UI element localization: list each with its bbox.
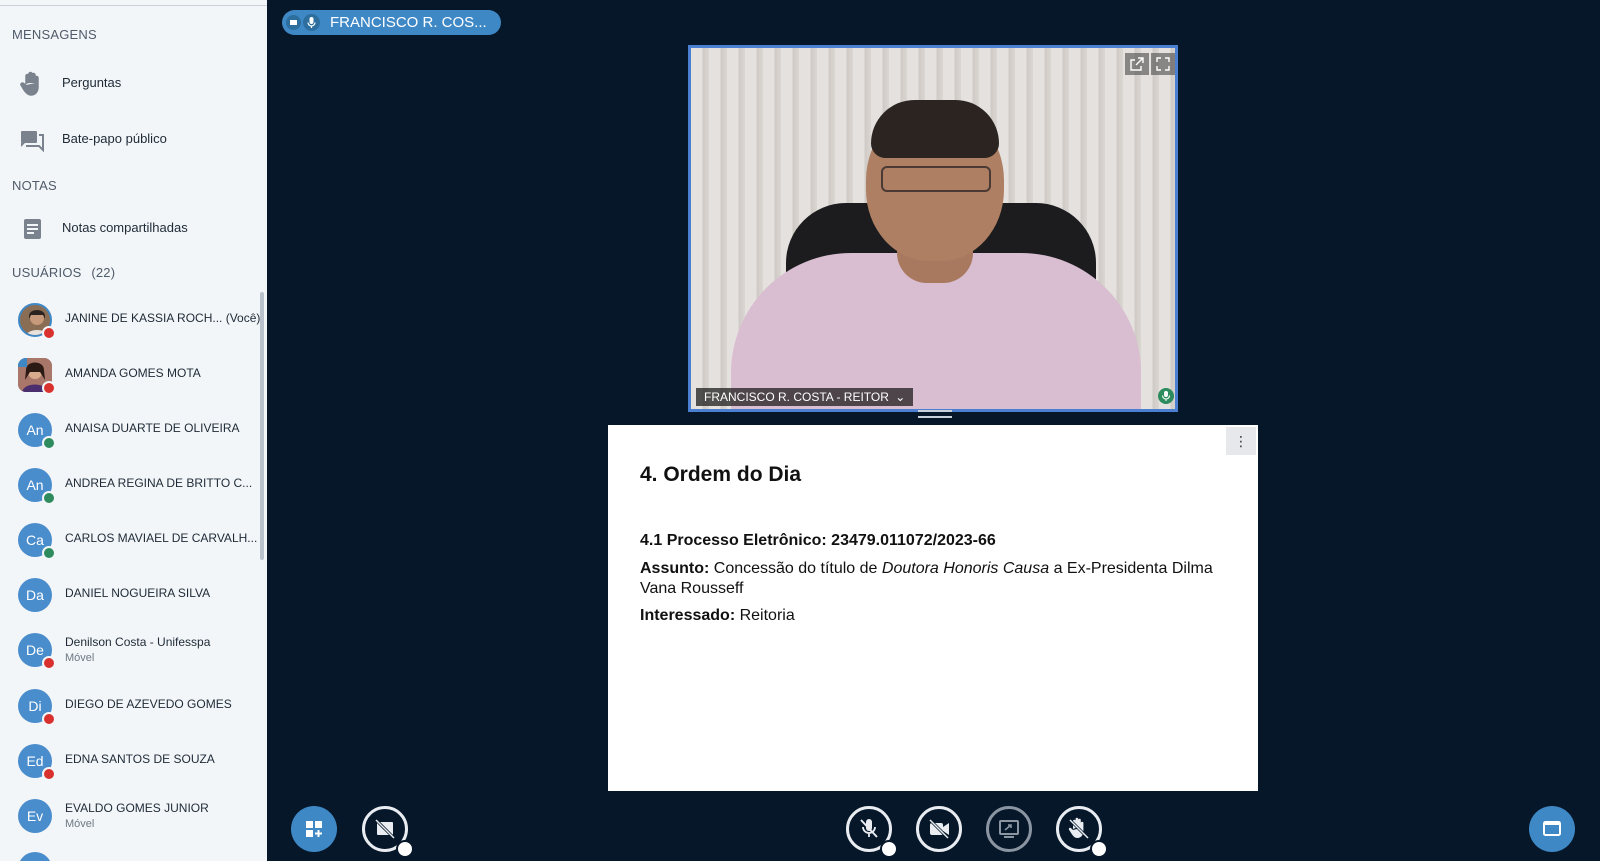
video-person-glasses bbox=[881, 166, 991, 192]
unmute-button[interactable] bbox=[846, 806, 898, 858]
user-name: CARLOS MAVIAEL DE CARVALH... bbox=[65, 531, 258, 545]
user-name: DIEGO DE AZEVEDO GOMES bbox=[65, 697, 232, 711]
avatar bbox=[18, 852, 52, 861]
chevron-up-icon[interactable] bbox=[1090, 840, 1108, 858]
actions-button[interactable] bbox=[291, 806, 337, 852]
raise-hand-button[interactable] bbox=[1056, 806, 1108, 858]
pop-out-video-icon[interactable] bbox=[1125, 53, 1149, 75]
video-user-label[interactable]: FRANCISCO R. COSTA - REITOR ⌄ bbox=[696, 388, 914, 406]
interested-value: Reitoria bbox=[739, 607, 795, 624]
sidebar-item-shared-notes[interactable]: Notas compartilhadas bbox=[0, 205, 262, 249]
talking-user-name: FRANCISCO R. COS... bbox=[330, 14, 487, 31]
presentation-slide: ⋮ 4. Ordem do Dia 4.1 Processo Eletrônic… bbox=[608, 425, 1258, 791]
muted-status-icon bbox=[42, 767, 56, 781]
chevron-down-icon: ⌄ bbox=[895, 390, 906, 404]
user-name: DANIEL NOGUEIRA SILVA bbox=[65, 586, 211, 600]
user-name: EDNA SANTOS DE SOUZA bbox=[65, 752, 215, 766]
resize-handle[interactable] bbox=[918, 410, 952, 418]
sidebar: MENSAGENS Perguntas Bate-papo público NO… bbox=[0, 0, 267, 861]
user-list-item[interactable]: An ANDREA REGINA DE BRITTO C... bbox=[0, 460, 262, 512]
user-list-item[interactable]: Di DIEGO DE AZEVEDO GOMES bbox=[0, 681, 262, 733]
chevron-up-icon[interactable] bbox=[396, 840, 414, 858]
subject-text: Concessão do título de bbox=[713, 560, 878, 577]
user-device: Móvel bbox=[65, 818, 95, 830]
chat-icon bbox=[21, 131, 44, 153]
presenter-icon bbox=[286, 15, 301, 30]
fullscreen-icon[interactable] bbox=[1151, 53, 1175, 75]
share-screen-button[interactable] bbox=[986, 806, 1032, 852]
user-name: EVALDO GOMES JUNIOR bbox=[65, 801, 209, 815]
video-user-name: FRANCISCO R. COSTA - REITOR bbox=[704, 390, 889, 404]
sidebar-divider bbox=[0, 5, 267, 6]
slide-heading: 4. Ordem do Dia bbox=[640, 463, 802, 486]
user-list-item[interactable]: Ed EDNA SANTOS DE SOUZA bbox=[0, 736, 262, 788]
listen-only-status-icon bbox=[42, 436, 56, 450]
users-title: USUÁRIOS bbox=[12, 265, 82, 280]
microphone-icon bbox=[1158, 388, 1174, 404]
user-list-item[interactable]: Ev EVALDO GOMES JUNIOR Móvel bbox=[0, 791, 262, 843]
user-name: Denilson Costa - Unifesspa bbox=[65, 635, 211, 649]
plus-grid-icon bbox=[306, 821, 322, 837]
microphone-icon bbox=[303, 14, 320, 31]
avatar: Ev bbox=[18, 799, 52, 833]
slide-interested: Interessado: Reitoria bbox=[640, 607, 795, 625]
sidebar-scrollbar[interactable] bbox=[260, 292, 264, 560]
messages-section-title: MENSAGENS bbox=[12, 27, 97, 42]
muted-status-icon bbox=[42, 712, 56, 726]
screen-share-icon bbox=[999, 820, 1019, 838]
users-count: (22) bbox=[91, 265, 116, 280]
user-name: AMANDA GOMES MOTA bbox=[65, 366, 201, 380]
webcam-video[interactable]: FRANCISCO R. COSTA - REITOR ⌄ bbox=[688, 45, 1178, 412]
muted-status-icon bbox=[42, 326, 56, 340]
sidebar-item-label: Bate-papo público bbox=[62, 130, 167, 146]
muted-status-icon bbox=[42, 381, 56, 395]
user-name: JANINE DE KASSIA ROCH... (Você) bbox=[65, 311, 261, 325]
subject-label: Assunto: bbox=[640, 560, 710, 577]
raise-hand-icon bbox=[20, 71, 39, 96]
presentation-window-icon bbox=[1543, 821, 1561, 836]
video-person-hair bbox=[871, 100, 999, 158]
sidebar-item-label: Perguntas bbox=[62, 74, 122, 90]
talking-indicator[interactable]: FRANCISCO R. COS... bbox=[282, 10, 501, 35]
user-device: Móvel bbox=[65, 652, 95, 664]
user-name: ANAISA DUARTE DE OLIVEIRA bbox=[65, 421, 240, 435]
subject-italic: Doutora Honoris Causa bbox=[881, 560, 1050, 577]
user-list-item[interactable]: Ca CARLOS MAVIAEL DE CARVALH... bbox=[0, 515, 262, 567]
listen-only-status-icon bbox=[42, 546, 56, 560]
share-webcam-button[interactable] bbox=[916, 806, 962, 852]
avatar: Da bbox=[18, 578, 52, 612]
sidebar-item-label: Notas compartilhadas bbox=[62, 219, 188, 235]
users-section-title: USUÁRIOS (22) bbox=[12, 265, 115, 280]
user-list-item[interactable]: AMANDA GOMES MOTA bbox=[0, 350, 262, 402]
listen-only-status-icon bbox=[42, 491, 56, 505]
sidebar-item-questions[interactable]: Perguntas bbox=[0, 60, 262, 104]
camera-off-icon bbox=[928, 818, 950, 840]
more-options-icon[interactable]: ⋮ bbox=[1226, 427, 1256, 455]
document-icon bbox=[24, 219, 41, 239]
notes-section-title: NOTAS bbox=[12, 178, 57, 193]
muted-status-icon bbox=[42, 656, 56, 670]
user-list-item[interactable]: De Denilson Costa - Unifesspa Móvel bbox=[0, 625, 262, 677]
interested-label: Interessado: bbox=[640, 607, 736, 624]
sidebar-item-public-chat[interactable]: Bate-papo público bbox=[0, 116, 262, 160]
user-list-item[interactable]: JANINE DE KASSIA ROCH... (Você) bbox=[0, 295, 262, 347]
user-name: ANDREA REGINA DE BRITTO C... bbox=[65, 476, 253, 490]
slide-subject: Assunto: Concessão do título de Doutora … bbox=[640, 559, 1230, 599]
slide-process: 4.1 Processo Eletrônico: 23479.011072/20… bbox=[640, 532, 996, 549]
user-list-item[interactable]: An ANAISA DUARTE DE OLIVEIRA bbox=[0, 405, 262, 457]
presentation-toggle-button[interactable] bbox=[362, 806, 414, 858]
chevron-up-icon[interactable] bbox=[880, 840, 898, 858]
user-list-item[interactable]: Da DANIEL NOGUEIRA SILVA bbox=[0, 570, 262, 622]
restore-presentation-button[interactable] bbox=[1529, 806, 1575, 852]
